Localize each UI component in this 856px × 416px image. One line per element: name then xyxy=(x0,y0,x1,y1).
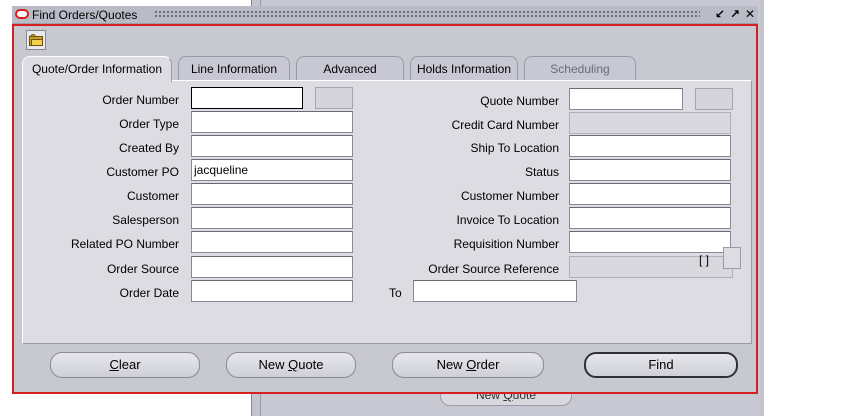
order-number-label: Order Number xyxy=(102,93,179,107)
background-right-pane xyxy=(764,0,856,416)
window-body: Quote/Order Information Line Information… xyxy=(12,24,758,394)
tab-holds-information[interactable]: Holds Information xyxy=(410,56,518,80)
order-type-label: Order Type xyxy=(119,117,179,131)
maximize-icon[interactable]: ↗ xyxy=(729,7,741,21)
order-date-field[interactable] xyxy=(191,280,353,302)
bracket-indicator: [ ] xyxy=(699,253,710,267)
ship-to-location-label: Ship To Location xyxy=(470,141,559,155)
titlebar-grip[interactable] xyxy=(154,10,700,19)
quote-number-label: Quote Number xyxy=(480,94,559,108)
credit-card-number-label: Credit Card Number xyxy=(451,118,559,132)
customer-po-field[interactable] xyxy=(191,159,353,181)
order-source-reference-label: Order Source Reference xyxy=(428,262,559,276)
salesperson-label: Salesperson xyxy=(112,213,179,227)
ship-to-location-field[interactable] xyxy=(569,135,731,157)
window-title: Find Orders/Quotes xyxy=(32,8,138,22)
window-controls: ↙ ↗ ✕ xyxy=(714,7,756,23)
related-po-number-label: Related PO Number xyxy=(70,237,179,251)
quote-number-aux-field[interactable] xyxy=(695,88,733,110)
oracle-logo-icon xyxy=(15,9,29,19)
open-folder-button[interactable] xyxy=(26,30,46,50)
quote-order-information-panel: Order Number Order Type Created By Custo… xyxy=(22,80,752,344)
find-button[interactable]: Find xyxy=(584,352,738,378)
customer-po-label: Customer PO xyxy=(106,165,179,179)
invoice-to-location-field[interactable] xyxy=(569,207,731,229)
tab-advanced[interactable]: Advanced xyxy=(296,56,404,80)
descriptive-flexfield-box[interactable] xyxy=(723,247,741,269)
find-orders-window: Find Orders/Quotes ↙ ↗ ✕ Quote/Order Inf… xyxy=(12,6,758,394)
salesperson-field[interactable] xyxy=(191,207,353,229)
invoice-to-location-label: Invoice To Location xyxy=(456,213,559,227)
order-source-field[interactable] xyxy=(191,256,353,278)
order-number-aux-field[interactable] xyxy=(315,87,353,109)
customer-number-field[interactable] xyxy=(569,183,731,205)
requisition-number-field[interactable] xyxy=(569,231,731,253)
status-label: Status xyxy=(524,165,559,179)
created-by-field[interactable] xyxy=(191,135,353,157)
tab-quote-order-information[interactable]: Quote/Order Information xyxy=(22,56,172,82)
new-order-button[interactable]: New Order xyxy=(392,352,544,378)
tab-line-information[interactable]: Line Information xyxy=(178,56,290,80)
clear-button[interactable]: Clear xyxy=(50,352,200,378)
order-date-to-label: To xyxy=(389,286,402,300)
tab-scheduling[interactable]: Scheduling xyxy=(524,56,636,80)
related-po-number-field[interactable] xyxy=(191,231,353,253)
new-quote-button[interactable]: New Quote xyxy=(226,352,356,378)
order-number-field[interactable] xyxy=(191,87,303,109)
order-type-field[interactable] xyxy=(191,111,353,133)
customer-field[interactable] xyxy=(191,183,353,205)
created-by-label: Created By xyxy=(118,141,179,155)
requisition-number-label: Requisition Number xyxy=(453,237,559,251)
window-titlebar[interactable]: Find Orders/Quotes ↙ ↗ ✕ xyxy=(12,6,758,24)
order-date-label: Order Date xyxy=(119,286,179,300)
status-field[interactable] xyxy=(569,159,731,181)
close-icon[interactable]: ✕ xyxy=(744,7,756,21)
customer-number-label: Customer Number xyxy=(460,189,559,203)
minimize-icon[interactable]: ↙ xyxy=(714,7,726,21)
order-source-label: Order Source xyxy=(106,262,179,276)
quote-number-field[interactable] xyxy=(569,88,683,110)
customer-label: Customer xyxy=(126,189,179,203)
tab-bar: Quote/Order Information Line Information… xyxy=(22,56,742,82)
folder-open-icon xyxy=(29,34,43,46)
order-date-to-field[interactable] xyxy=(413,280,577,302)
credit-card-number-field[interactable] xyxy=(569,112,731,134)
